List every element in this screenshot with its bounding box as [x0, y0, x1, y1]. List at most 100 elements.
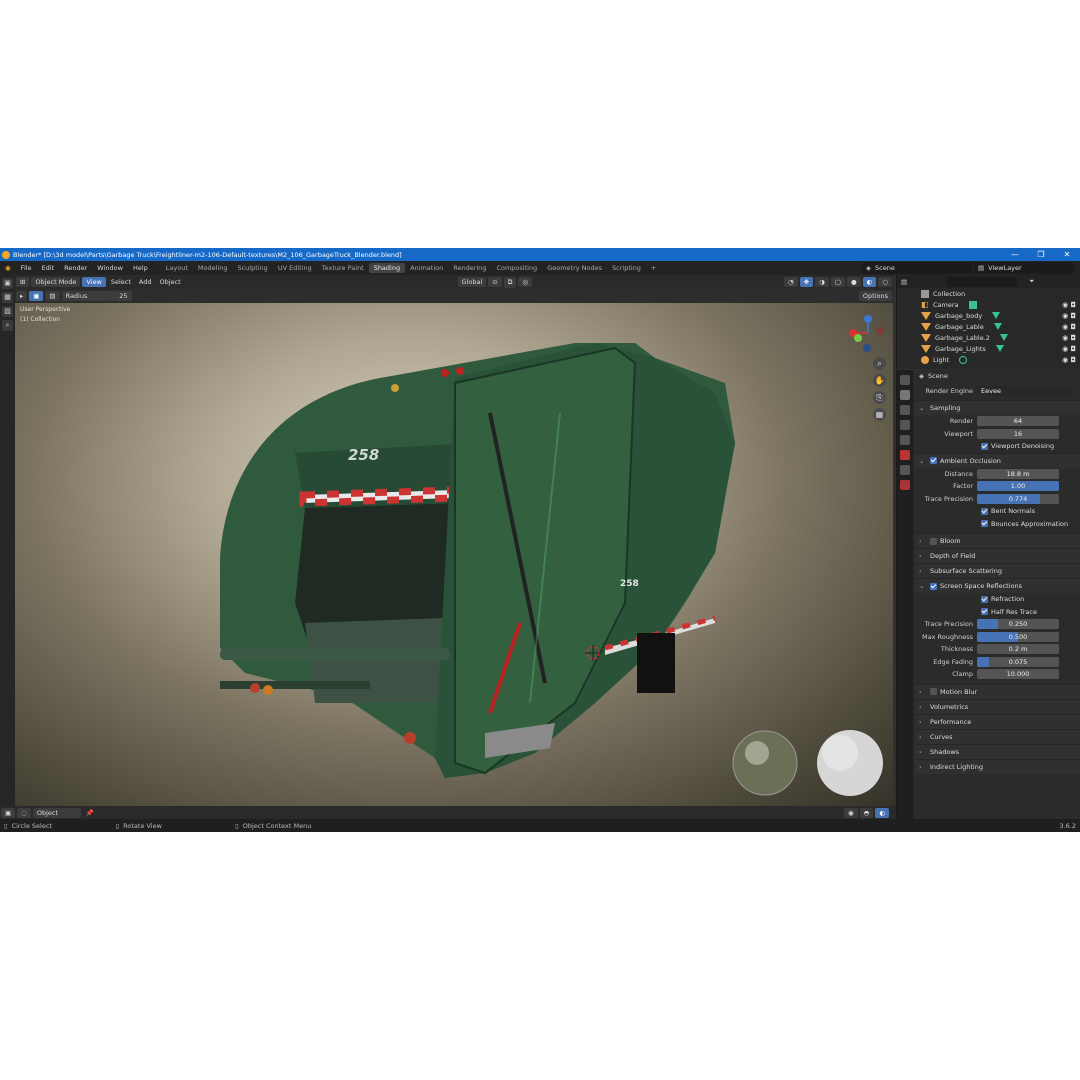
- close-button[interactable]: ✕: [1054, 248, 1080, 261]
- filter-icon[interactable]: ⏷: [1029, 277, 1034, 286]
- ssr-clamp-field[interactable]: 10.000: [977, 669, 1059, 680]
- snap-icon[interactable]: ⧉: [503, 276, 517, 288]
- render-tab-icon[interactable]: [900, 390, 910, 400]
- ortho-grid-icon[interactable]: ▦: [873, 408, 886, 421]
- half-res-trace-checkbox[interactable]: Half Res Trace: [915, 606, 1080, 619]
- menu-help[interactable]: Help: [128, 264, 153, 272]
- tab-shading[interactable]: Shading: [368, 263, 406, 273]
- options-dropdown[interactable]: Options: [858, 291, 892, 301]
- curves-header[interactable]: › Curves: [915, 728, 1080, 744]
- tab-compositing[interactable]: Compositing: [491, 263, 542, 273]
- object-menu[interactable]: Object: [156, 278, 185, 286]
- material-preview-icon[interactable]: ◐: [862, 277, 877, 287]
- outliner-row-camera[interactable]: ◧ Camera ◉ ◘: [897, 299, 1080, 310]
- view-layer-tab-icon[interactable]: [900, 420, 910, 430]
- tool-tab-icon[interactable]: [900, 375, 910, 385]
- slot-icon[interactable]: ◉: [843, 807, 858, 818]
- tab-sculpting[interactable]: Sculpting: [232, 263, 272, 273]
- gizmo-icon[interactable]: ✥: [799, 277, 814, 287]
- visibility-eye-icon[interactable]: ◉ ◘: [1062, 312, 1076, 320]
- scene-tab-icon[interactable]: [900, 435, 910, 445]
- outliner-row-garbage-lable[interactable]: Garbage_Lable ◉ ◘: [897, 321, 1080, 332]
- ssr-edge-slider[interactable]: 0.075: [977, 656, 1059, 667]
- menu-edit[interactable]: Edit: [37, 264, 60, 272]
- editor-type-icon-bottom[interactable]: ▣: [1, 807, 16, 818]
- view-menu[interactable]: View: [82, 277, 106, 287]
- screen-space-reflections-header[interactable]: ⌄ Screen Space Reflections: [915, 578, 1080, 593]
- 3d-viewport[interactable]: User Perspective (1) Collection 258 258 …: [15, 303, 893, 806]
- orientation-dropdown[interactable]: Global: [457, 277, 487, 287]
- tab-geometry-nodes[interactable]: Geometry Nodes: [542, 263, 607, 273]
- motion-blur-header[interactable]: › Motion Blur: [915, 683, 1080, 699]
- texture-tab-icon[interactable]: [900, 480, 910, 490]
- outliner-row-light[interactable]: Light ◉ ◘: [897, 354, 1080, 365]
- select-new-icon[interactable]: ▣: [29, 291, 44, 301]
- select-menu[interactable]: Select: [107, 278, 135, 286]
- indirect-lighting-header[interactable]: › Indirect Lighting: [915, 758, 1080, 774]
- visibility-eye-icon[interactable]: ◉ ◘: [1062, 334, 1076, 342]
- blender-menu-icon[interactable]: ◉: [0, 264, 16, 272]
- editor-type-icon[interactable]: ⊞: [16, 277, 30, 287]
- subsurface-scattering-header[interactable]: › Subsurface Scattering: [915, 563, 1080, 578]
- outliner-row-garbage-lights[interactable]: Garbage_Lights ◉ ◘: [897, 343, 1080, 354]
- refraction-checkbox[interactable]: Refraction: [915, 593, 1080, 606]
- add-workspace-icon[interactable]: +: [646, 263, 661, 273]
- material-icon[interactable]: ◓: [859, 807, 874, 818]
- ambient-occlusion-header[interactable]: ⌄ Ambient Occlusion: [915, 452, 1080, 468]
- select-extend-icon[interactable]: ▤: [45, 291, 60, 301]
- bounces-approximation-checkbox[interactable]: Bounces Approximation: [915, 518, 1080, 531]
- visibility-eye-icon[interactable]: ◉ ◘: [1062, 345, 1076, 353]
- object-dropdown[interactable]: Object: [32, 807, 81, 818]
- bent-normals-checkbox[interactable]: Bent Normals: [915, 505, 1080, 518]
- minimize-button[interactable]: —: [1002, 248, 1028, 261]
- tab-scripting[interactable]: Scripting: [607, 263, 646, 273]
- shadows-header[interactable]: › Shadows: [915, 743, 1080, 759]
- tab-animation[interactable]: Animation: [405, 263, 448, 273]
- outliner-collection-row[interactable]: Collection: [897, 288, 1080, 299]
- output-tab-icon[interactable]: [900, 405, 910, 415]
- depth-of-field-header[interactable]: › Depth of Field: [915, 548, 1080, 563]
- viewport-samples-field[interactable]: 16: [977, 428, 1059, 439]
- viewport-denoising-checkbox[interactable]: Viewport Denoising: [915, 440, 1080, 453]
- file-browser-icon[interactable]: ▦: [2, 292, 13, 303]
- outliner-editor-icon[interactable]: ▤: [901, 278, 907, 286]
- view-layer-selector[interactable]: ▤ ViewLayer: [974, 262, 1074, 274]
- world-shading-icon[interactable]: ◐: [875, 807, 889, 818]
- overlay-icon[interactable]: ◑: [815, 277, 829, 287]
- maximize-button[interactable]: ❐: [1028, 248, 1054, 261]
- sampling-header[interactable]: ⌄ Sampling: [915, 400, 1080, 415]
- rendered-shading-icon[interactable]: ○: [878, 277, 892, 287]
- menu-render[interactable]: Render: [59, 264, 92, 272]
- outliner-row-garbage-lable-2[interactable]: Garbage_Lable.2 ◉ ◘: [897, 332, 1080, 343]
- ao-trace-slider[interactable]: 0.774: [977, 493, 1059, 504]
- tab-rendering[interactable]: Rendering: [448, 263, 491, 273]
- proportional-edit-icon[interactable]: ◎: [518, 277, 533, 287]
- image-icon[interactable]: ▧: [2, 306, 13, 317]
- collection-tab-icon[interactable]: [900, 465, 910, 475]
- tab-modeling[interactable]: Modeling: [193, 263, 233, 273]
- zoom-icon[interactable]: ⌕: [873, 357, 886, 370]
- render-engine-dropdown[interactable]: Eevee: [977, 386, 1073, 396]
- visibility-eye-icon[interactable]: ◉ ◘: [1062, 356, 1076, 364]
- radius-field[interactable]: Radius 25: [61, 291, 132, 301]
- object-mode-icon[interactable]: ◌: [17, 807, 31, 818]
- performance-header[interactable]: › Performance: [915, 713, 1080, 729]
- tab-texture-paint[interactable]: Texture Paint: [317, 263, 369, 273]
- render-samples-field[interactable]: 64: [977, 416, 1059, 427]
- world-tab-icon[interactable]: [900, 450, 910, 460]
- visibility-eye-icon[interactable]: ◉ ◘: [1062, 301, 1076, 309]
- camera-view-icon[interactable]: ⎘: [873, 391, 886, 404]
- scene-selector[interactable]: ◈ Scene: [862, 262, 972, 274]
- ao-distance-field[interactable]: 18.8 m: [977, 468, 1059, 479]
- tab-layout[interactable]: Layout: [161, 263, 193, 273]
- outliner-search[interactable]: [947, 276, 1018, 287]
- pin-icon[interactable]: 📌: [82, 809, 98, 817]
- tab-uv-editing[interactable]: UV Editing: [273, 263, 317, 273]
- ssr-roughness-slider[interactable]: 0.500: [977, 631, 1059, 642]
- menu-window[interactable]: Window: [92, 264, 128, 272]
- add-menu[interactable]: Add: [135, 278, 156, 286]
- solid-shading-icon[interactable]: ●: [846, 277, 861, 287]
- pivot-icon[interactable]: ⊙: [488, 277, 502, 287]
- menu-file[interactable]: File: [16, 264, 37, 272]
- xray-icon[interactable]: ▢: [830, 277, 845, 287]
